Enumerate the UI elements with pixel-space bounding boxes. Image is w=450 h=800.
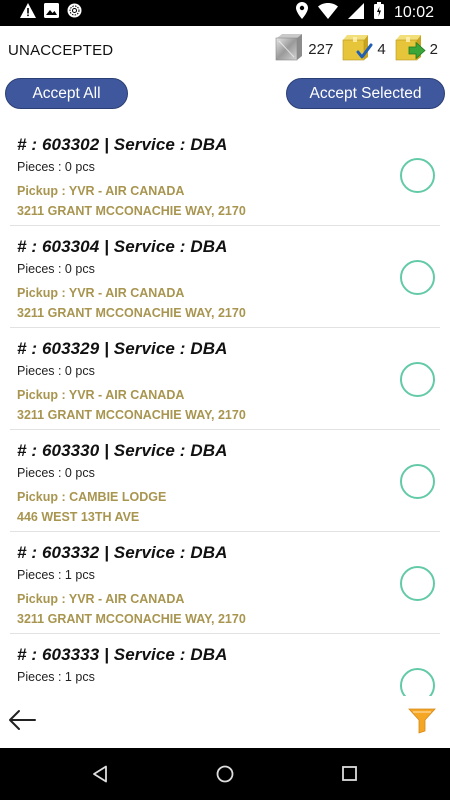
- orders-list[interactable]: # : 603302 | Service : DBA Pieces : 0 pc…: [10, 124, 440, 696]
- order-title: # : 603333 | Service : DBA: [17, 645, 228, 664]
- order-title: # : 603304 | Service : DBA: [17, 237, 228, 256]
- box-arrow-icon: [394, 33, 426, 66]
- wifi-icon: [317, 2, 338, 24]
- status-right-icons: 10:02: [295, 2, 450, 24]
- counter-unaccepted-value: 227: [308, 41, 334, 58]
- counter-transferred-value: 2: [429, 41, 438, 58]
- select-checkbox[interactable]: [400, 668, 435, 696]
- order-address: 3211 GRANT MCCONACHIE WAY, 2170: [17, 204, 246, 218]
- filter-icon[interactable]: [408, 706, 436, 739]
- order-title: # : 603330 | Service : DBA: [17, 441, 228, 460]
- counter-accepted-value: 4: [377, 41, 386, 58]
- order-address: 3211 GRANT MCCONACHIE WAY, 2170: [17, 408, 246, 422]
- select-checkbox[interactable]: [400, 566, 435, 601]
- app-screen: 10:02 UNACCEPTED 227 4 2 Accept All Acce…: [0, 0, 450, 800]
- accept-all-button[interactable]: Accept All: [5, 78, 128, 109]
- status-left-icons: [0, 3, 82, 23]
- order-title: # : 603302 | Service : DBA: [17, 135, 228, 154]
- status-time: 10:02: [393, 4, 434, 21]
- select-checkbox[interactable]: [400, 362, 435, 397]
- order-pieces: Pieces : 0 pcs: [17, 466, 95, 480]
- order-pickup: Pickup : YVR - AIR CANADA: [17, 388, 185, 402]
- order-title: # : 603332 | Service : DBA: [17, 543, 228, 562]
- order-address: 446 WEST 13TH AVE: [17, 510, 140, 524]
- list-item[interactable]: # : 603304 | Service : DBA Pieces : 0 pc…: [10, 226, 440, 328]
- signal-icon: [347, 2, 364, 24]
- box-check-icon: [341, 33, 373, 66]
- list-item[interactable]: # : 603333 | Service : DBA Pieces : 1 pc…: [10, 634, 440, 696]
- order-title: # : 603329 | Service : DBA: [17, 339, 228, 358]
- box-icon: [274, 33, 304, 66]
- order-pickup: Pickup : YVR - AIR CANADA: [17, 184, 185, 198]
- order-pickup: Pickup : YVR - AIR CANADA: [17, 286, 185, 300]
- navigation-bar: [0, 748, 450, 800]
- list-item[interactable]: # : 603332 | Service : DBA Pieces : 1 pc…: [10, 532, 440, 634]
- accept-selected-button[interactable]: Accept Selected: [286, 78, 445, 109]
- order-pieces: Pieces : 0 pcs: [17, 160, 95, 174]
- order-address: 3211 GRANT MCCONACHIE WAY, 2170: [17, 306, 246, 320]
- battery-icon: [373, 2, 384, 24]
- list-item[interactable]: # : 603302 | Service : DBA Pieces : 0 pc…: [10, 124, 440, 226]
- image-icon: [44, 3, 59, 23]
- sync-icon: [67, 3, 82, 23]
- header: UNACCEPTED 227 4 2: [0, 26, 450, 70]
- nav-back-icon[interactable]: [92, 765, 108, 788]
- order-pickup: Pickup : YVR - AIR CANADA: [17, 592, 185, 606]
- counter-transferred[interactable]: 2: [394, 33, 438, 66]
- list-item[interactable]: # : 603329 | Service : DBA Pieces : 0 pc…: [10, 328, 440, 430]
- order-pieces: Pieces : 1 pcs: [17, 670, 95, 684]
- nav-home-icon[interactable]: [216, 765, 234, 788]
- page-title: UNACCEPTED: [8, 42, 114, 59]
- order-pieces: Pieces : 0 pcs: [17, 364, 95, 378]
- list-item[interactable]: # : 603330 | Service : DBA Pieces : 0 pc…: [10, 430, 440, 532]
- nav-recent-icon[interactable]: [342, 766, 357, 786]
- status-bar: 10:02: [0, 0, 450, 26]
- location-icon: [295, 2, 308, 24]
- select-checkbox[interactable]: [400, 260, 435, 295]
- select-checkbox[interactable]: [400, 464, 435, 499]
- counter-unaccepted[interactable]: 227: [274, 33, 333, 66]
- select-checkbox[interactable]: [400, 158, 435, 193]
- order-pieces: Pieces : 0 pcs: [17, 262, 95, 276]
- bottom-toolbar: [0, 696, 450, 748]
- alert-icon: [20, 3, 36, 23]
- order-pickup: Pickup : CAMBIE LODGE: [17, 490, 167, 504]
- order-pieces: Pieces : 1 pcs: [17, 568, 95, 582]
- counter-accepted[interactable]: 4: [341, 33, 386, 66]
- order-address: 3211 GRANT MCCONACHIE WAY, 2170: [17, 612, 246, 626]
- arrow-left-icon[interactable]: [8, 708, 36, 737]
- counters: 227 4 2: [266, 33, 438, 66]
